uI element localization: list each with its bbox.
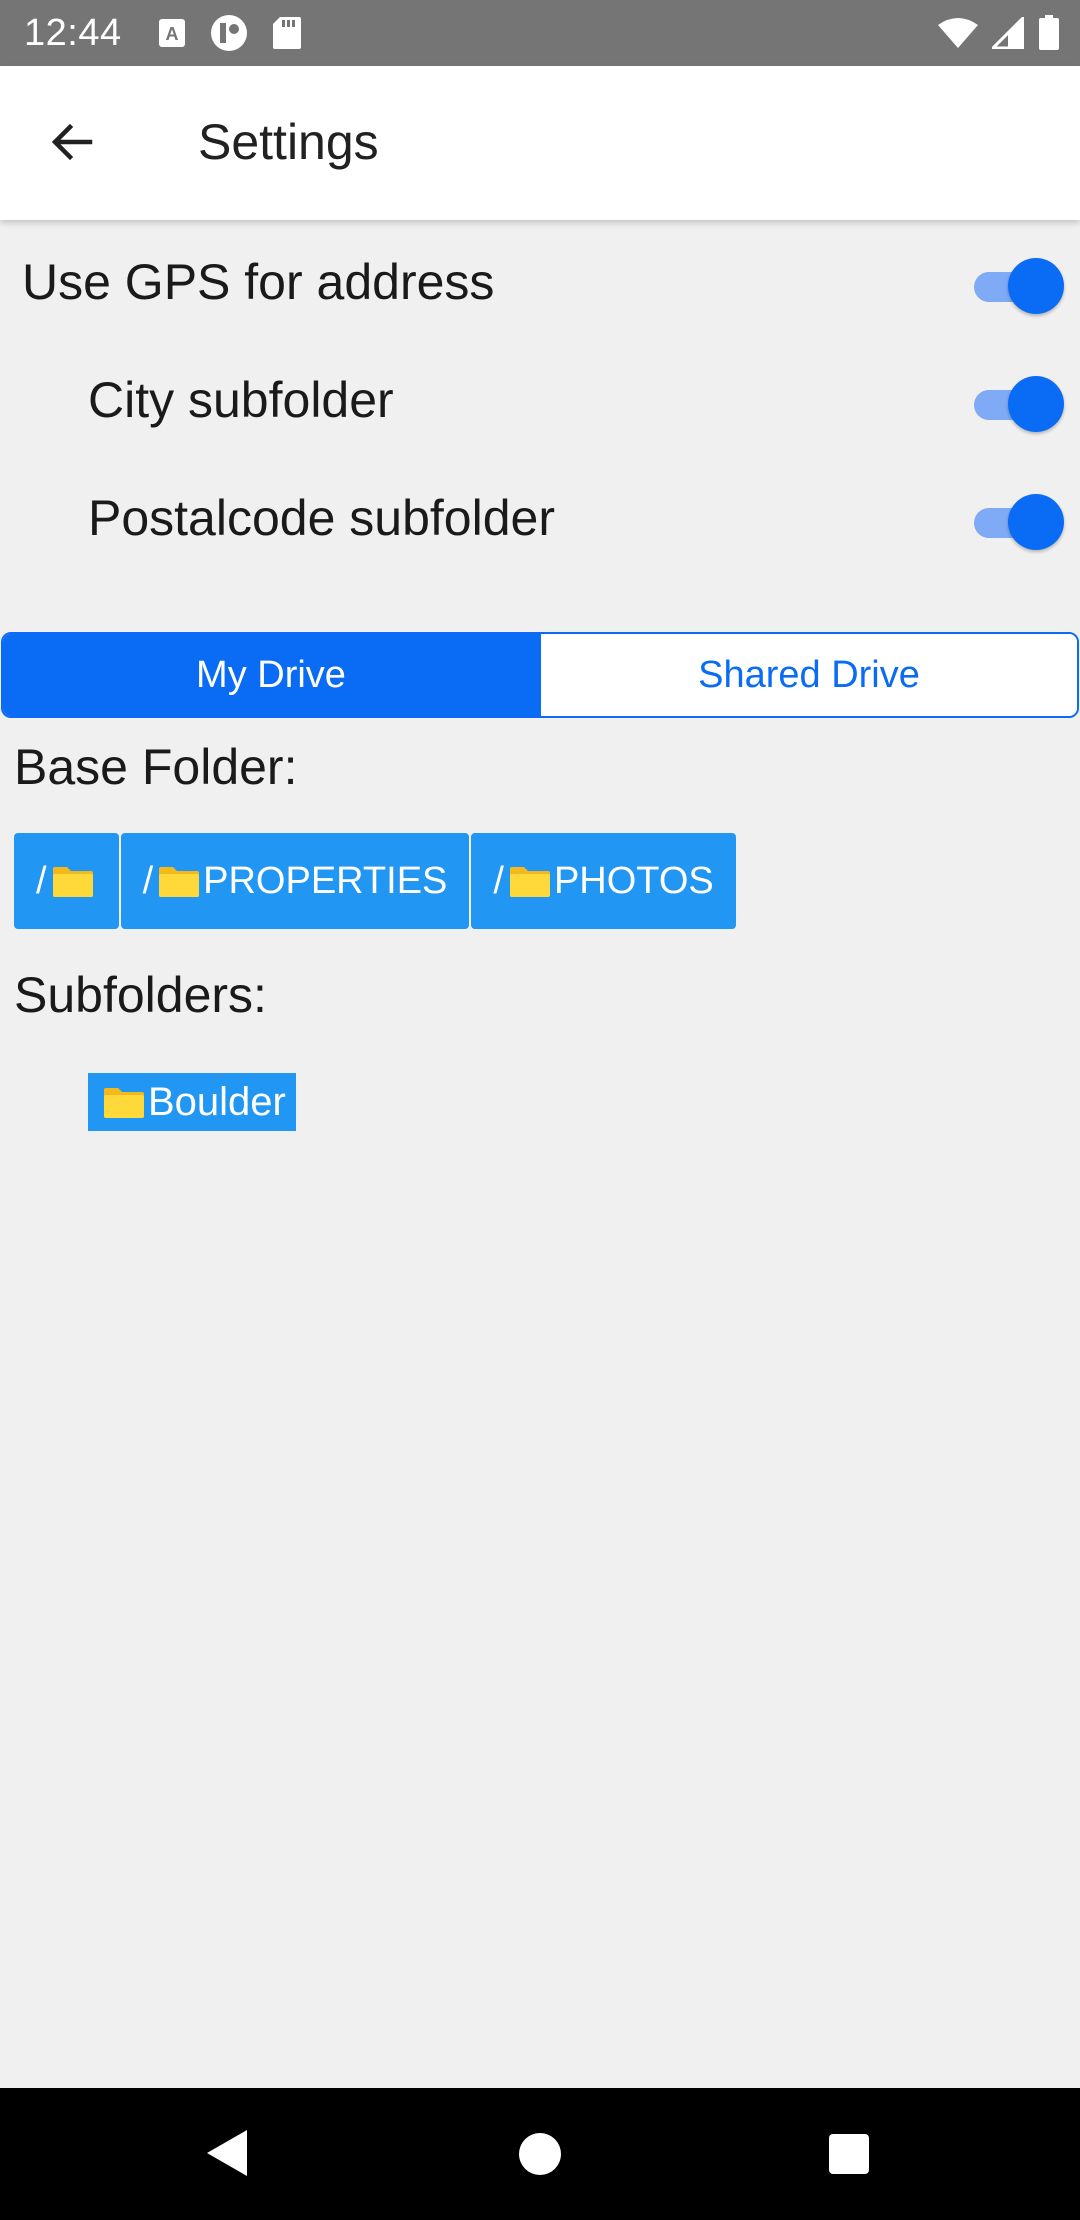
- sd-card-icon: [272, 16, 302, 50]
- subfolder-item-boulder[interactable]: Boulder: [88, 1073, 296, 1131]
- system-nav-bar: [0, 2088, 1080, 2220]
- status-icons-right: [938, 0, 1060, 66]
- city-subfolder-row: City subfolder: [0, 350, 1080, 450]
- tab-my-drive[interactable]: My Drive: [3, 634, 541, 716]
- nav-back-icon[interactable]: [205, 2128, 249, 2178]
- city-subfolder-toggle[interactable]: [970, 376, 1064, 432]
- folder-icon: [102, 1084, 146, 1120]
- breadcrumb-slash: /: [36, 859, 47, 902]
- breadcrumb-slash: /: [142, 859, 154, 902]
- arrow-left-icon: [51, 123, 93, 161]
- base-folder-label: Base Folder:: [14, 739, 298, 795]
- gps-setting-label: Use GPS for address: [22, 254, 495, 310]
- back-button[interactable]: [40, 110, 104, 174]
- wifi-icon: [938, 17, 978, 49]
- app-bar: Settings: [0, 66, 1080, 220]
- breadcrumb-name: PHOTOS: [553, 859, 714, 902]
- breadcrumb-properties[interactable]: / PROPERTIES: [120, 833, 470, 929]
- breadcrumb-slash: /: [493, 859, 504, 902]
- battery-icon: [1038, 15, 1060, 51]
- breadcrumb: / / PROPERTIES / PHOTOS: [14, 833, 736, 929]
- nav-recents-icon[interactable]: [829, 2134, 869, 2174]
- breadcrumb-root[interactable]: /: [14, 833, 119, 929]
- gps-setting-row: Use GPS for address: [0, 232, 1080, 332]
- signal-icon: [992, 17, 1024, 49]
- folder-icon: [157, 863, 201, 899]
- postalcode-subfolder-row: Postalcode subfolder: [0, 468, 1080, 568]
- circle-app-icon: [210, 14, 248, 52]
- subfolders-label: Subfolders:: [14, 967, 267, 1023]
- postalcode-subfolder-toggle[interactable]: [970, 494, 1064, 550]
- postal-toggle-thumb: [1008, 494, 1064, 550]
- city-toggle-thumb: [1008, 376, 1064, 432]
- text-a-icon: A: [158, 18, 186, 48]
- breadcrumb-photos[interactable]: / PHOTOS: [471, 833, 736, 929]
- page-title: Settings: [198, 114, 379, 170]
- status-icons-left: A: [158, 14, 302, 52]
- status-time: 12:44: [24, 11, 122, 54]
- gps-toggle[interactable]: [970, 258, 1064, 314]
- folder-icon: [51, 863, 95, 899]
- svg-text:A: A: [165, 24, 178, 44]
- tab-shared-drive[interactable]: Shared Drive: [541, 634, 1077, 716]
- subfolder-name: Boulder: [148, 1079, 286, 1124]
- nav-home-icon[interactable]: [519, 2133, 561, 2175]
- breadcrumb-name: PROPERTIES: [203, 859, 448, 902]
- drive-selector: My Drive Shared Drive: [1, 632, 1079, 718]
- postalcode-subfolder-label: Postalcode subfolder: [88, 490, 555, 546]
- city-subfolder-label: City subfolder: [88, 372, 394, 428]
- status-bar: 12:44 A: [0, 0, 1080, 66]
- gps-toggle-thumb: [1008, 258, 1064, 314]
- folder-icon: [508, 863, 552, 899]
